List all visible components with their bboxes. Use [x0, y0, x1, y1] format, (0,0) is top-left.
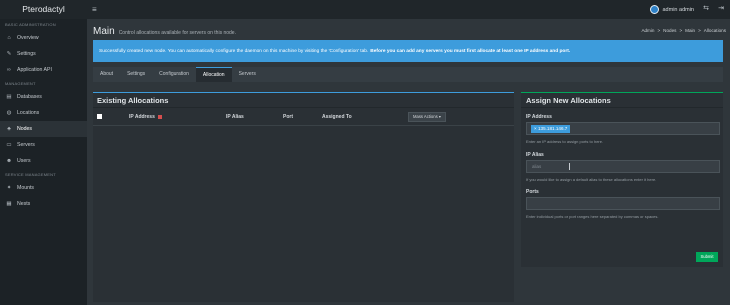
- breadcrumb-separator: >: [657, 28, 661, 33]
- select-all-checkbox[interactable]: [97, 114, 102, 119]
- column-port: Port: [283, 114, 293, 120]
- existing-allocations-box: Existing Allocations IP Address IP Alias…: [93, 92, 514, 302]
- box-title: Existing Allocations: [93, 93, 514, 108]
- tab-servers[interactable]: Servers: [232, 67, 263, 82]
- sidebar-section-title: BASIC ADMINISTRATION: [5, 22, 56, 27]
- node-tabs: About Settings Configuration Allocation …: [93, 67, 723, 82]
- column-ip-alias: IP Alias: [226, 114, 244, 120]
- sidebar-item-label: Users: [17, 158, 31, 164]
- switch-view-icon[interactable]: ⇆: [703, 4, 709, 12]
- username: admin admin: [662, 6, 695, 13]
- logout-icon[interactable]: ⇥: [718, 4, 724, 12]
- text-cursor-icon: [569, 163, 570, 170]
- top-navbar: Pterodactyl ≡ admin admin ⇆ ⇥: [0, 0, 730, 19]
- sidebar-item-overview[interactable]: ⌂ Overview: [0, 30, 87, 46]
- sidebar-item-nodes[interactable]: ♣ Nodes: [0, 121, 87, 137]
- breadcrumb-nodes[interactable]: Nodes: [663, 28, 676, 33]
- sidebar: BASIC ADMINISTRATION ⌂ Overview ✎ Settings…: [0, 19, 87, 305]
- breadcrumb-separator: >: [679, 28, 683, 33]
- assign-allocations-box: Assign New Allocations IP Address × 135.…: [521, 92, 723, 267]
- table-header: IP Address IP Alias Port Assigned To Mas…: [93, 108, 514, 126]
- sidebar-item-label: Application API: [17, 67, 52, 73]
- menu-toggle-icon[interactable]: ≡: [92, 5, 97, 14]
- alert-text: Successfully created new node. You can a…: [99, 48, 369, 54]
- ports-input[interactable]: [526, 197, 720, 210]
- tab-allocation[interactable]: Allocation: [195, 67, 232, 82]
- alert-bold-text: Before you can add any servers you must …: [370, 48, 571, 54]
- link-icon: ∞: [7, 67, 11, 73]
- database-icon: ▤: [6, 94, 12, 100]
- column-label: IP Address: [129, 114, 155, 120]
- sidebar-item-label: Mounts: [17, 185, 35, 191]
- box-title: Assign New Allocations: [521, 93, 723, 108]
- submit-button[interactable]: Submit: [696, 252, 718, 262]
- sitemap-icon: ♣: [7, 126, 11, 132]
- tab-configuration[interactable]: Configuration: [152, 67, 196, 82]
- sidebar-item-label: Nests: [17, 201, 31, 207]
- tab-about[interactable]: About: [93, 67, 120, 82]
- sidebar-item-nests[interactable]: ▦ Nests: [0, 196, 87, 212]
- globe-icon: ◍: [6, 110, 12, 116]
- breadcrumb-main[interactable]: Main: [685, 28, 695, 33]
- ip-address-hint: Enter an IP address to assign ports to h…: [526, 139, 604, 144]
- th-large-icon: ▦: [6, 201, 12, 207]
- delete-all-icon[interactable]: [157, 114, 162, 119]
- main-content: Main Control allocations available for s…: [87, 19, 730, 305]
- sidebar-item-label: Locations: [17, 110, 40, 116]
- sidebar-item-label: Overview: [17, 35, 39, 41]
- success-alert: Successfully created new node. You can a…: [93, 40, 723, 62]
- sidebar-item-databases[interactable]: ▤ Databases: [0, 89, 87, 105]
- sidebar-item-locations[interactable]: ◍ Locations: [0, 105, 87, 121]
- sidebar-item-label: Nodes: [17, 126, 32, 132]
- breadcrumb-separator: >: [698, 28, 701, 33]
- wrench-icon: ✎: [6, 51, 12, 57]
- sidebar-item-users[interactable]: ☻ Users: [0, 153, 87, 169]
- page-subtitle: Control allocations available for server…: [118, 30, 236, 36]
- page-header: Main Control allocations available for s…: [93, 26, 236, 37]
- breadcrumb-allocations: Allocations: [703, 28, 726, 33]
- sidebar-item-settings[interactable]: ✎ Settings: [0, 46, 87, 62]
- server-icon: ▭: [6, 142, 12, 148]
- ip-alias-label: IP Alias: [526, 152, 544, 158]
- user-menu[interactable]: admin admin: [649, 4, 695, 15]
- tab-settings[interactable]: Settings: [120, 67, 152, 82]
- sidebar-item-label: Settings: [17, 51, 36, 57]
- ip-alias-hint: If you would like to assign a default al…: [526, 177, 657, 182]
- ports-label: Ports: [526, 189, 539, 195]
- column-ip-address: IP Address: [129, 108, 162, 126]
- sidebar-section-title: SERVICE MANAGEMENT: [5, 172, 56, 177]
- ip-alias-input[interactable]: alias: [526, 160, 720, 173]
- ip-address-input[interactable]: × 135.181.146.7: [526, 122, 720, 135]
- users-icon: ☻: [6, 158, 12, 164]
- mass-actions-button[interactable]: Mass Actions ▾: [408, 112, 446, 122]
- sidebar-item-label: Servers: [17, 142, 35, 148]
- page-title: Main: [93, 26, 115, 37]
- ports-hint: Enter individual ports or port ranges he…: [526, 214, 659, 219]
- breadcrumb-admin[interactable]: Admin: [641, 28, 654, 33]
- column-assigned-to: Assigned To: [322, 114, 352, 120]
- home-icon: ⌂: [7, 35, 11, 41]
- ip-address-label: IP Address: [526, 114, 552, 120]
- breadcrumb: Admin > Nodes > Main > Allocations: [641, 28, 726, 33]
- sidebar-item-label: Databases: [17, 94, 42, 100]
- avatar: [649, 5, 659, 14]
- ip-tag[interactable]: × 135.181.146.7: [531, 125, 571, 133]
- sidebar-section-title: MANAGEMENT: [5, 81, 36, 86]
- sidebar-item-servers[interactable]: ▭ Servers: [0, 137, 87, 153]
- brand-logo[interactable]: Pterodactyl: [0, 0, 87, 19]
- sidebar-item-application-api[interactable]: ∞ Application API: [0, 62, 87, 78]
- sidebar-item-mounts[interactable]: ✦ Mounts: [0, 180, 87, 196]
- ip-alias-placeholder: alias: [532, 164, 542, 169]
- magic-icon: ✦: [6, 185, 12, 191]
